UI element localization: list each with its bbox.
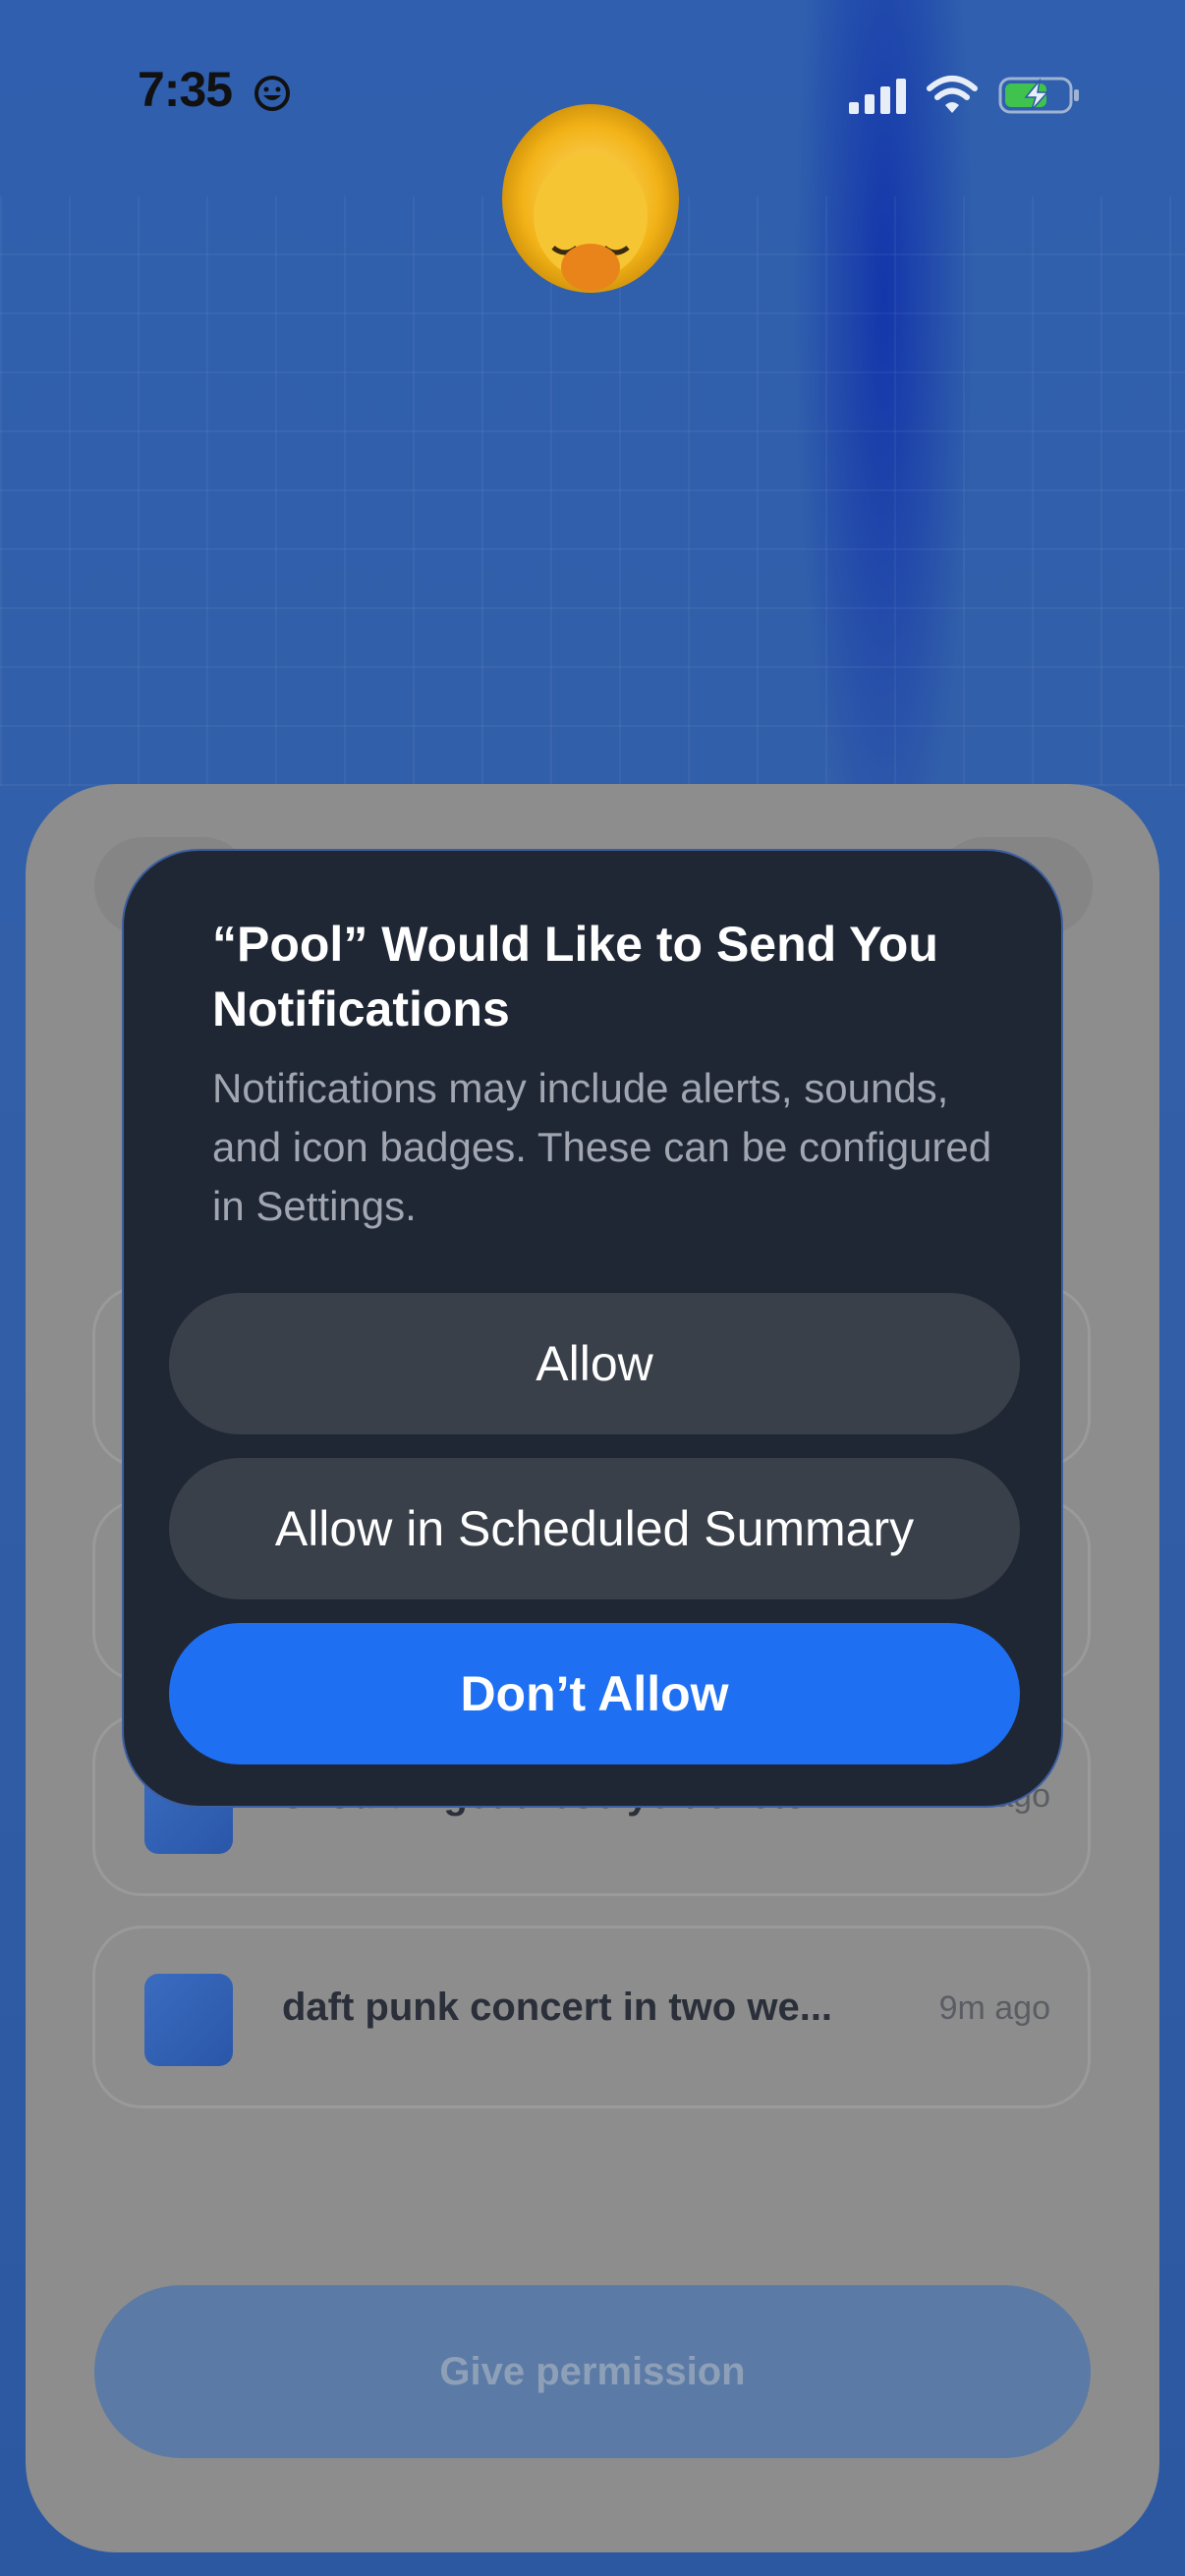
notification-permission-alert: “Pool” Would Like to Send You Notificati…	[122, 849, 1063, 1808]
list-item-text: daft punk concert in two we...	[282, 1986, 833, 2029]
dont-allow-button[interactable]: Don’t Allow	[169, 1623, 1020, 1764]
status-time: 7:35	[138, 62, 233, 117]
battery-charging-icon	[998, 77, 1079, 114]
alert-title: “Pool” Would Like to Send You Notificati…	[212, 917, 938, 1036]
list-item-time: 9m ago	[938, 1989, 1050, 2027]
list-item: daft punk concert in two we... 9m ago	[92, 1926, 1091, 2108]
smiley-icon	[254, 76, 290, 111]
wifi-icon	[927, 76, 978, 113]
cellular-signal-icon	[849, 79, 906, 114]
alert-message: Notifications may include alerts, sounds…	[212, 1065, 992, 1229]
give-permission-button: Give permission	[94, 2285, 1091, 2458]
post-thumbnail	[144, 1974, 233, 2066]
allow-scheduled-summary-button[interactable]: Allow in Scheduled Summary	[169, 1458, 1020, 1599]
allow-button[interactable]: Allow	[169, 1293, 1020, 1434]
rubber-duck-image	[502, 104, 679, 293]
